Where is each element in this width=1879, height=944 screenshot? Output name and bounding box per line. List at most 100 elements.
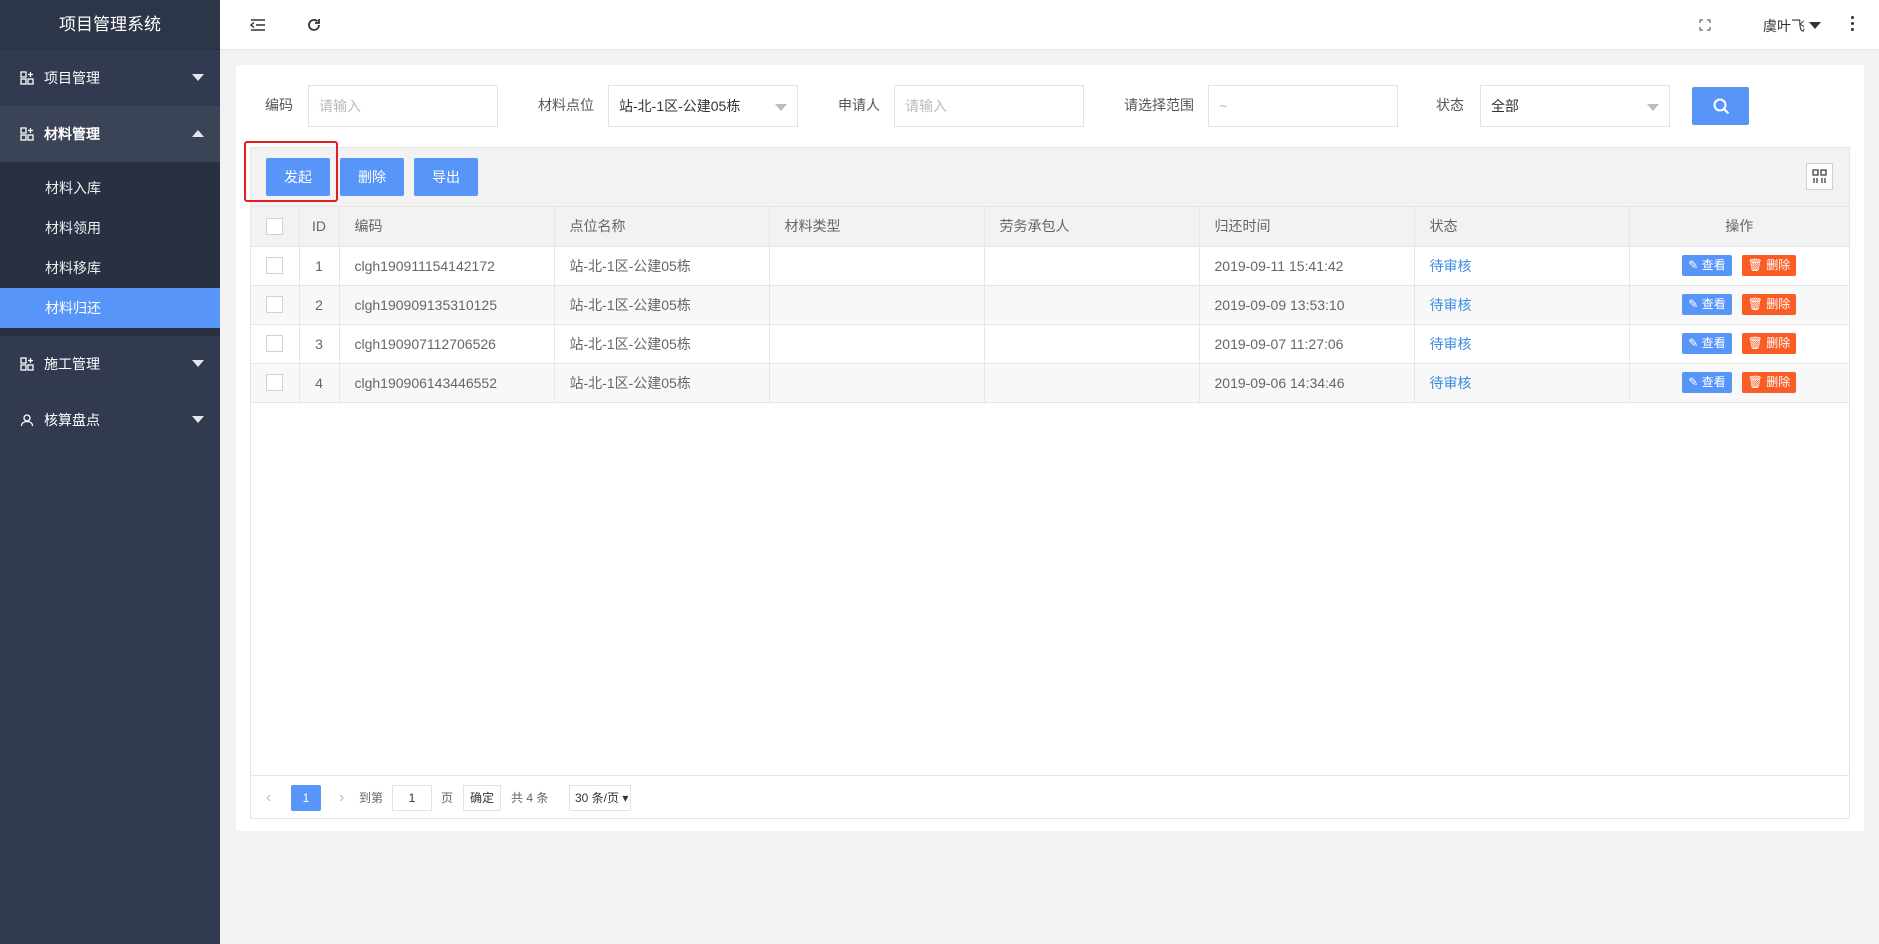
edit-icon: ✎ <box>1688 258 1702 272</box>
view-button[interactable]: ✎ 查看 <box>1682 372 1732 393</box>
cell-actions: ✎ 查看 🗑 删除 <box>1629 285 1849 325</box>
code-input[interactable]: 请输入 <box>308 85 498 127</box>
cell-status[interactable]: 待审核 <box>1414 285 1630 325</box>
row-delete-button[interactable]: 🗑 删除 <box>1741 294 1797 315</box>
row-delete-button[interactable]: 🗑 删除 <box>1741 333 1797 354</box>
caret-down-icon <box>1809 22 1821 29</box>
cell-time: 2019-09-07 11:27:06 <box>1199 324 1415 364</box>
cell-status[interactable]: 待审核 <box>1414 324 1630 364</box>
current-page[interactable]: 1 <box>291 785 321 811</box>
cell-location: 站-北-1区-公建05栋 <box>554 246 770 286</box>
total-count: 共 4 条 <box>511 791 549 805</box>
cell-location: 站-北-1区-公建05栋 <box>554 363 770 403</box>
cell-id: 2 <box>299 285 340 325</box>
sidebar-item-label: 项目管理 <box>44 70 100 86</box>
table-row: 3 clgh190907112706526 站-北-1区-公建05栋 2019-09-… <box>251 324 1849 364</box>
cell-contractor <box>984 246 1200 286</box>
row-checkbox[interactable] <box>266 257 284 275</box>
goto-label: 到第 <box>359 791 384 805</box>
cell-status[interactable]: 待审核 <box>1414 363 1630 403</box>
cell-contractor <box>984 324 1200 364</box>
cell-id: 3 <box>299 324 340 364</box>
row-delete-button[interactable]: 🗑 删除 <box>1741 255 1797 276</box>
cell-id: 1 <box>299 246 340 286</box>
cell-code: clgh190911154142172 <box>339 246 555 286</box>
sidebar-item-label: 施工管理 <box>44 356 100 372</box>
menu-collapse-icon[interactable] <box>248 15 268 35</box>
trash-icon: 🗑 <box>1747 336 1767 350</box>
search-button[interactable] <box>1692 87 1749 125</box>
view-button[interactable]: ✎ 查看 <box>1682 294 1732 315</box>
goto-confirm-button[interactable]: 确定 <box>463 785 501 811</box>
col-contractor: 劳务承包人 <box>984 207 1200 247</box>
cell-actions: ✎ 查看 🗑 删除 <box>1629 246 1849 286</box>
sidebar-subitem-inbound[interactable]: 材料入库 <box>0 168 220 208</box>
table-row: 2 clgh190909135310125 站-北-1区-公建05栋 2019-09-… <box>251 285 1849 325</box>
location-select[interactable]: 站-北-1区-公建05栋 <box>608 85 798 127</box>
prev-page-icon[interactable]: ‹ <box>266 785 271 811</box>
view-label: 查看 <box>1701 258 1726 272</box>
export-button[interactable]: 导出 <box>414 158 478 196</box>
table-body: 1 clgh190911154142172 站-北-1区-公建05栋 2019-09-… <box>251 246 1849 403</box>
sidebar-item-project[interactable]: 项目管理 <box>0 50 220 106</box>
search-form: 编码 请输入 材料点位 站-北-1区-公建05栋 申请人 请输入 请选择范围 ~… <box>236 75 1864 127</box>
cell-code: clgh190909135310125 <box>339 285 555 325</box>
column-settings-icon[interactable] <box>1806 163 1833 190</box>
pagination: ‹ 1 › 到第 1 页 确定 共 4 条 30 条/页 ▾ <box>251 775 1849 817</box>
view-label: 查看 <box>1701 375 1726 389</box>
page-size-value: 30 条/页 <box>575 791 620 805</box>
cell-status[interactable]: 待审核 <box>1414 246 1630 286</box>
cell-contractor <box>984 363 1200 403</box>
table-row: 1 clgh190911154142172 站-北-1区-公建05栋 2019-09-… <box>251 246 1849 286</box>
search-icon <box>1713 98 1729 115</box>
data-grid: ID 编码 点位名称 材料类型 劳务承包人 归还时间 状态 操作 1 clgh19… <box>251 206 1849 818</box>
sidebar-subitem-requisition[interactable]: 材料领用 <box>0 208 220 248</box>
col-type: 材料类型 <box>769 207 985 247</box>
table-row: 4 clgh190906143446552 站-北-1区-公建05栋 2019-09-… <box>251 363 1849 403</box>
cell-actions: ✎ 查看 🗑 删除 <box>1629 363 1849 403</box>
app-title: 项目管理系统 <box>0 0 220 50</box>
sidebar: 项目管理系统 项目管理 材料管理 材料入库 材料领用 材料移库 材料归还 施工管… <box>0 0 220 944</box>
row-checkbox[interactable] <box>266 296 284 314</box>
highlight-box <box>244 141 338 202</box>
cell-type <box>769 363 985 403</box>
row-delete-button[interactable]: 🗑 删除 <box>1741 372 1797 393</box>
location-label: 材料点位 <box>538 97 594 113</box>
chevron-down-icon <box>1647 104 1659 111</box>
cell-contractor <box>984 285 1200 325</box>
edit-icon: ✎ <box>1688 375 1702 389</box>
data-table: ID 编码 点位名称 材料类型 劳务承包人 归还时间 状态 操作 1 clgh19… <box>251 207 1849 403</box>
refresh-icon[interactable] <box>304 15 324 35</box>
view-button[interactable]: ✎ 查看 <box>1682 333 1732 354</box>
cell-time: 2019-09-09 13:53:10 <box>1199 285 1415 325</box>
view-label: 查看 <box>1701 297 1726 311</box>
sidebar-subitem-transfer[interactable]: 材料移库 <box>0 248 220 288</box>
fullscreen-icon[interactable] <box>1695 15 1715 35</box>
sidebar-item-accounting[interactable]: 核算盘点 <box>0 392 220 448</box>
status-select[interactable]: 全部 <box>1480 85 1670 127</box>
chevron-down-icon <box>192 416 204 423</box>
grid-icon <box>20 71 34 85</box>
more-vertical-icon[interactable] <box>1851 16 1855 34</box>
next-page-icon[interactable]: › <box>339 785 344 811</box>
date-range-input[interactable]: ~ <box>1208 85 1398 127</box>
delete-button[interactable]: 删除 <box>340 158 404 196</box>
sidebar-item-construction[interactable]: 施工管理 <box>0 336 220 392</box>
row-checkbox[interactable] <box>266 335 284 353</box>
page-size-select[interactable]: 30 条/页 ▾ <box>569 785 631 811</box>
trash-icon: 🗑 <box>1747 258 1767 272</box>
content-card: 编码 请输入 材料点位 站-北-1区-公建05栋 申请人 请输入 请选择范围 ~… <box>236 65 1864 831</box>
cell-type <box>769 246 985 286</box>
sidebar-subitem-return[interactable]: 材料归还 <box>0 288 220 328</box>
delete-label: 删除 <box>1766 258 1791 272</box>
code-label: 编码 <box>265 97 293 113</box>
applicant-input[interactable]: 请输入 <box>894 85 1084 127</box>
row-checkbox[interactable] <box>266 374 284 392</box>
select-all-checkbox[interactable] <box>266 218 284 236</box>
status-value: 全部 <box>1491 98 1519 114</box>
sidebar-item-material[interactable]: 材料管理 <box>0 106 220 162</box>
view-button[interactable]: ✎ 查看 <box>1682 255 1732 276</box>
chevron-down-icon <box>192 360 204 367</box>
goto-page-input[interactable]: 1 <box>392 785 432 811</box>
user-menu[interactable]: 虞叶飞 <box>1763 16 1821 36</box>
